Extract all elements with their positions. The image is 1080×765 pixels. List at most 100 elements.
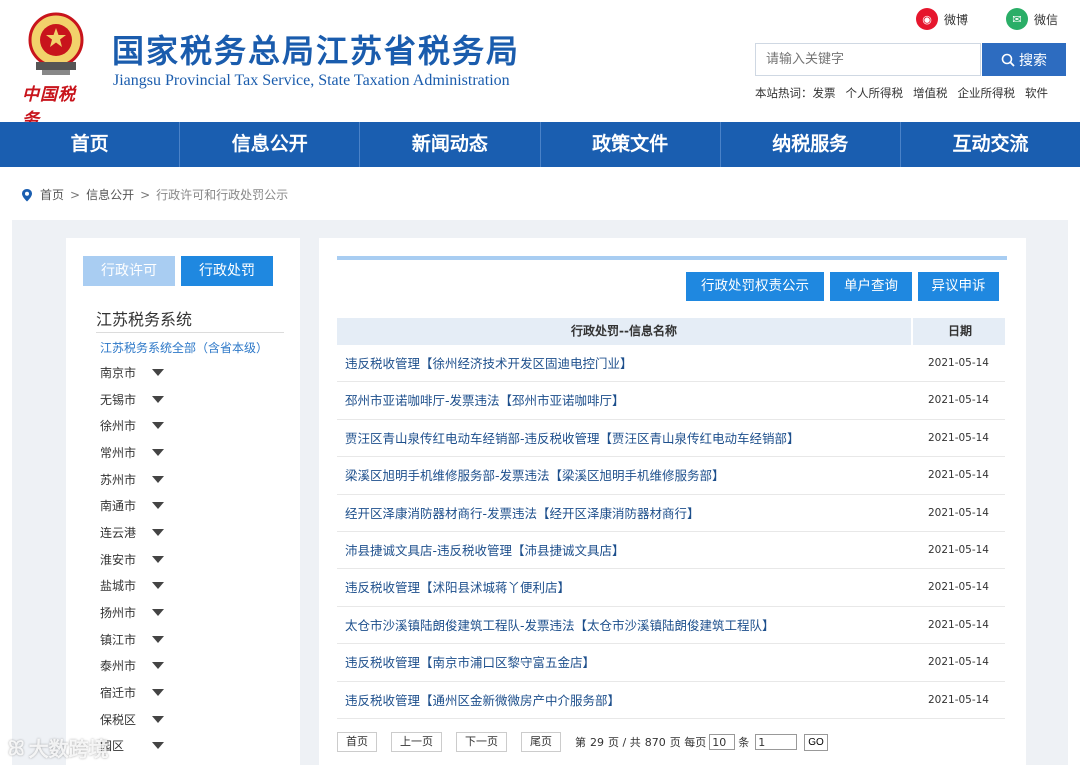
- table-row[interactable]: 违反税收管理【通州区金新微微房产中介服务部】 2021-05-14: [337, 682, 1005, 719]
- table-body: 违反税收管理【徐州经济技术开发区固迪电控门业】 2021-05-14 邳州市亚诺咖…: [337, 345, 1005, 719]
- next-page-button[interactable]: 下一页: [456, 732, 507, 752]
- nav-item-info-disclosure[interactable]: 信息公开: [180, 122, 361, 167]
- hot-word[interactable]: 个人所得税: [846, 85, 904, 101]
- row-title[interactable]: 太仓市沙溪镇陆朗俊建筑工程队-发票违法【太仓市沙溪镇陆朗俊建筑工程队】: [345, 607, 775, 644]
- row-title[interactable]: 邳州市亚诺咖啡厅-发票违法【邳州市亚诺咖啡厅】: [345, 382, 625, 419]
- dropdown-triangle-icon[interactable]: [152, 715, 164, 723]
- sidebar-all-link[interactable]: 江苏税务系统全部（含省本级）: [100, 339, 268, 356]
- city-item[interactable]: 徐州市: [100, 412, 164, 439]
- hot-word[interactable]: 企业所得税: [958, 85, 1016, 101]
- main-nav: 首页 信息公开 新闻动态 政策文件 纳税服务 互动交流: [0, 122, 1080, 167]
- city-name: 淮安市: [100, 552, 137, 567]
- table-row[interactable]: 违反税收管理【徐州经济技术开发区固迪电控门业】 2021-05-14: [337, 345, 1005, 383]
- dropdown-triangle-icon[interactable]: [152, 662, 164, 670]
- city-item[interactable]: 南京市: [100, 359, 164, 386]
- row-date: 2021-05-14: [927, 693, 989, 706]
- first-page-button[interactable]: 首页: [337, 732, 377, 752]
- row-title[interactable]: 违反税收管理【徐州经济技术开发区固迪电控门业】: [345, 345, 633, 382]
- city-item[interactable]: 镇江市: [100, 626, 164, 653]
- per-page-input[interactable]: [709, 734, 736, 750]
- weibo-link[interactable]: ◉ 微博: [916, 8, 968, 30]
- hot-word[interactable]: 软件: [1025, 85, 1048, 101]
- breadcrumb-current: 行政许可和行政处罚公示: [156, 188, 289, 202]
- city-list: 南京市 无锡市 徐州市 常州市 苏州市 南通市 连云港 淮安市 盐城市 扬州市 …: [100, 359, 164, 759]
- city-item[interactable]: 常州市: [100, 439, 164, 466]
- search-button[interactable]: 搜索: [982, 43, 1066, 76]
- table-row[interactable]: 违反税收管理【南京市浦口区黎守富五金店】 2021-05-14: [337, 644, 1005, 682]
- location-pin-icon: [22, 188, 32, 201]
- city-item[interactable]: 宿迁市: [100, 679, 164, 706]
- row-title[interactable]: 违反税收管理【通州区金新微微房产中介服务部】: [345, 682, 620, 719]
- search-input[interactable]: [755, 43, 981, 76]
- dropdown-triangle-icon[interactable]: [152, 368, 164, 376]
- dropdown-triangle-icon[interactable]: [152, 395, 164, 403]
- dropdown-triangle-icon[interactable]: [152, 689, 164, 697]
- dropdown-triangle-icon[interactable]: [152, 422, 164, 430]
- breadcrumb-info[interactable]: 信息公开: [86, 186, 134, 203]
- city-item[interactable]: 淮安市: [100, 546, 164, 573]
- penalty-responsibility-button[interactable]: 行政处罚权责公示: [686, 272, 824, 301]
- jump-page-input[interactable]: [755, 734, 798, 750]
- row-title[interactable]: 经开区泽康消防器材商行-发票违法【经开区泽康消防器材商行】: [345, 495, 700, 532]
- tab-admin-penalty[interactable]: 行政处罚: [181, 256, 273, 286]
- dropdown-triangle-icon[interactable]: [152, 609, 164, 617]
- city-item[interactable]: 保税区: [100, 706, 164, 733]
- watermark-icon: ꕤ: [8, 735, 25, 760]
- dropdown-triangle-icon[interactable]: [152, 635, 164, 643]
- city-name: 常州市: [100, 445, 137, 460]
- total-pages: 870: [644, 735, 666, 749]
- city-item[interactable]: 泰州市: [100, 653, 164, 680]
- row-date: 2021-05-14: [927, 543, 989, 556]
- hot-word[interactable]: 发票: [813, 85, 836, 101]
- row-title[interactable]: 违反税收管理【沭阳县沭城蒋丫便利店】: [345, 569, 570, 606]
- table-row[interactable]: 违反税收管理【沭阳县沭城蒋丫便利店】 2021-05-14: [337, 569, 1005, 607]
- go-button[interactable]: GO: [804, 733, 828, 751]
- city-name: 扬州市: [100, 606, 137, 621]
- tab-admin-license[interactable]: 行政许可: [83, 256, 175, 286]
- dropdown-triangle-icon[interactable]: [152, 502, 164, 510]
- city-item[interactable]: 盐城市: [100, 573, 164, 600]
- table-row[interactable]: 梁溪区旭明手机维修服务部-发票违法【梁溪区旭明手机维修服务部】 2021-05-1…: [337, 457, 1005, 495]
- nav-item-tax-service[interactable]: 纳税服务: [721, 122, 901, 167]
- table-row[interactable]: 邳州市亚诺咖啡厅-发票违法【邳州市亚诺咖啡厅】 2021-05-14: [337, 382, 1005, 420]
- dropdown-triangle-icon[interactable]: [152, 528, 164, 536]
- city-item[interactable]: 园区: [100, 733, 164, 760]
- pager-text-items: 条: [738, 736, 750, 749]
- dropdown-triangle-icon[interactable]: [152, 582, 164, 590]
- search-icon: [1001, 53, 1015, 67]
- prev-page-button[interactable]: 上一页: [391, 732, 442, 752]
- nav-item-policy[interactable]: 政策文件: [541, 122, 721, 167]
- breadcrumb-home[interactable]: 首页: [40, 186, 64, 203]
- row-date: 2021-05-14: [927, 506, 989, 519]
- nav-item-interaction[interactable]: 互动交流: [901, 122, 1080, 167]
- city-item[interactable]: 无锡市: [100, 386, 164, 413]
- single-query-button[interactable]: 单户查询: [830, 272, 912, 301]
- nav-item-news[interactable]: 新闻动态: [360, 122, 541, 167]
- site-header: 中国税务 国家税务总局江苏省税务局 Jiangsu Provincial Tax…: [0, 0, 1080, 130]
- dropdown-triangle-icon[interactable]: [152, 448, 164, 456]
- city-name: 宿迁市: [100, 686, 137, 701]
- wechat-link[interactable]: ✉ 微信: [1006, 8, 1058, 30]
- city-item[interactable]: 苏州市: [100, 466, 164, 493]
- city-name: 南京市: [100, 365, 137, 380]
- appeal-button[interactable]: 异议申诉: [918, 272, 999, 301]
- nav-item-home[interactable]: 首页: [0, 122, 181, 167]
- city-item[interactable]: 连云港: [100, 519, 164, 546]
- dropdown-triangle-icon[interactable]: [152, 475, 164, 483]
- row-title[interactable]: 贾汪区青山泉传红电动车经销部-违反税收管理【贾汪区青山泉传红电动车经销部】: [345, 420, 800, 457]
- dropdown-triangle-icon[interactable]: [152, 555, 164, 563]
- table-row[interactable]: 太仓市沙溪镇陆朗俊建筑工程队-发票违法【太仓市沙溪镇陆朗俊建筑工程队】 2021-…: [337, 607, 1005, 645]
- row-title[interactable]: 违反税收管理【南京市浦口区黎守富五金店】: [345, 644, 595, 681]
- city-item[interactable]: 南通市: [100, 492, 164, 519]
- row-title[interactable]: 沛县捷诚文具店-违反税收管理【沛县捷诚文具店】: [345, 532, 625, 569]
- city-item[interactable]: 扬州市: [100, 599, 164, 626]
- table-row[interactable]: 沛县捷诚文具店-违反税收管理【沛县捷诚文具店】 2021-05-14: [337, 532, 1005, 570]
- table-row[interactable]: 贾汪区青山泉传红电动车经销部-违反税收管理【贾汪区青山泉传红电动车经销部】 202…: [337, 420, 1005, 458]
- hot-word[interactable]: 增值税: [913, 85, 948, 101]
- table-row[interactable]: 经开区泽康消防器材商行-发票违法【经开区泽康消防器材商行】 2021-05-14: [337, 495, 1005, 532]
- row-title[interactable]: 梁溪区旭明手机维修服务部-发票违法【梁溪区旭明手机维修服务部】: [345, 457, 725, 494]
- dropdown-triangle-icon[interactable]: [152, 742, 164, 750]
- last-page-button[interactable]: 尾页: [521, 732, 561, 752]
- hot-words: 本站热词： 发票 个人所得税 增值税 企业所得税 软件: [755, 85, 1048, 101]
- tax-emblem-logo[interactable]: [22, 10, 90, 78]
